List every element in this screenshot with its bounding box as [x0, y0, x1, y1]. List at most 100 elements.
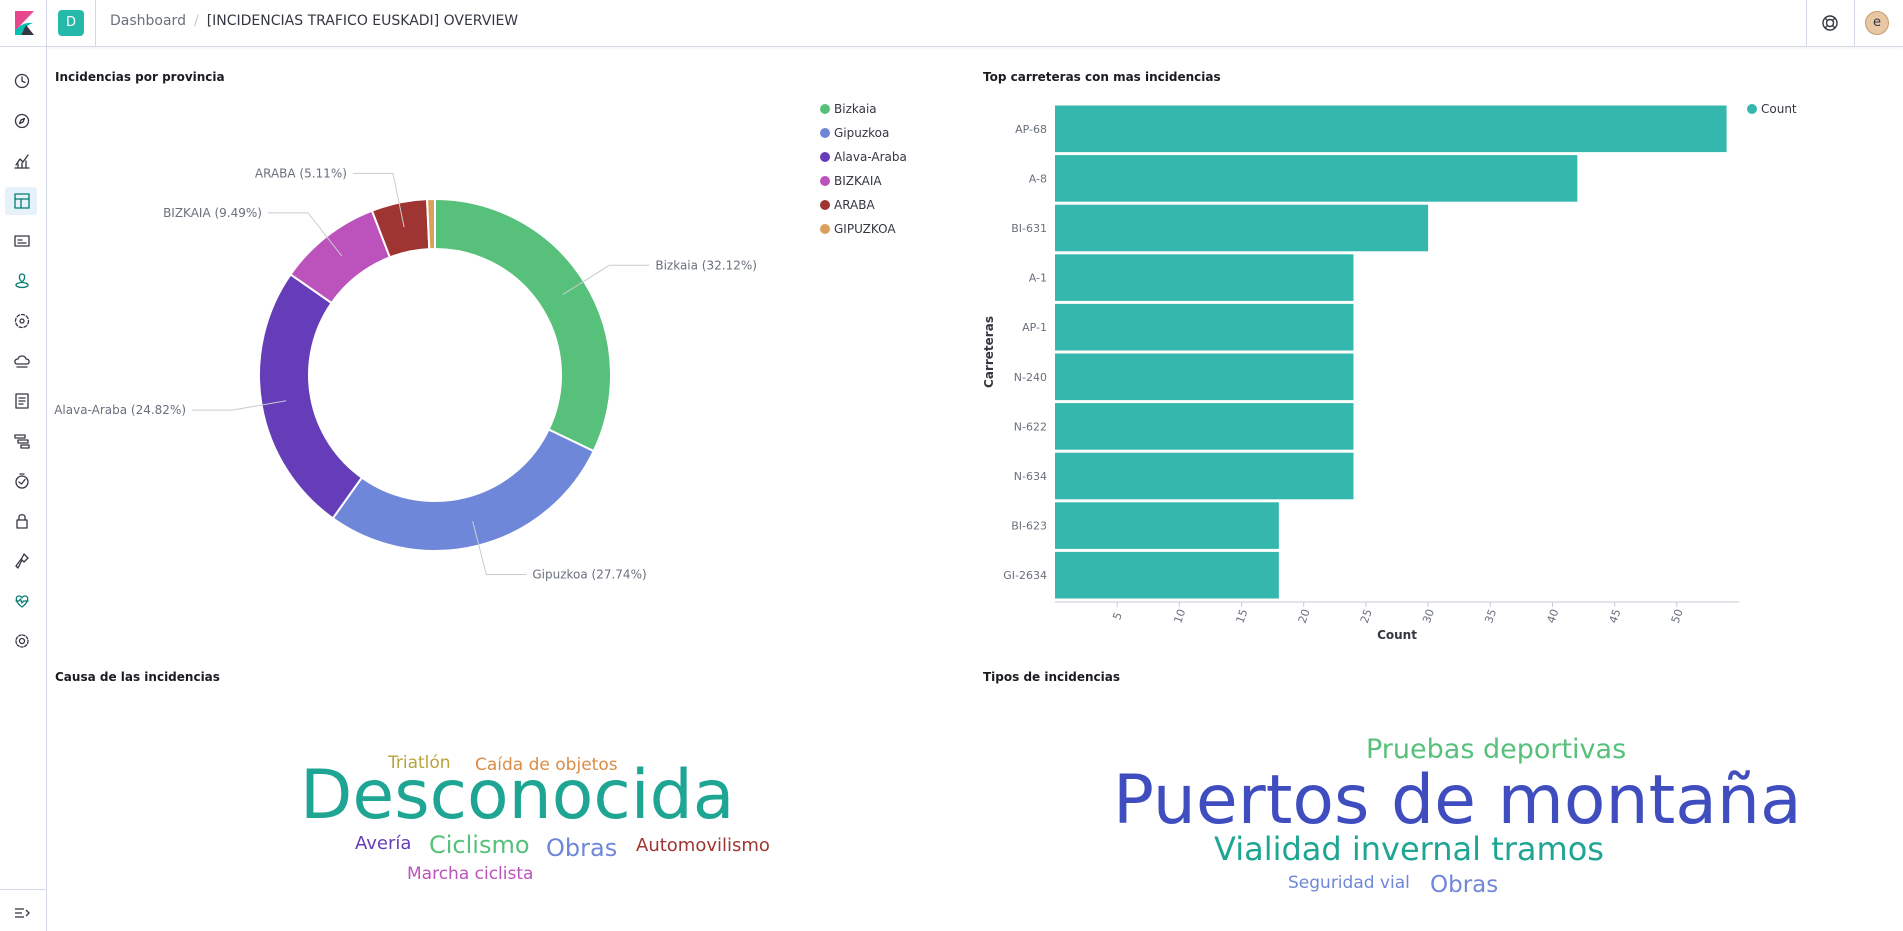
- user-avatar[interactable]: e: [1865, 11, 1889, 35]
- cloud-word[interactable]: Marcha ciclista: [407, 866, 533, 883]
- y-tick-label: N-240: [1014, 371, 1047, 384]
- legend-item[interactable]: Alava-Araba: [820, 150, 907, 164]
- header-separator: [46, 0, 47, 46]
- breadcrumb: Dashboard / [INCIDENCIAS TRAFICO EUSKADI] …: [110, 13, 518, 29]
- cloud-word[interactable]: Ciclismo: [429, 833, 530, 857]
- y-tick-label: AP-1: [1022, 321, 1047, 334]
- pie-callout-label: Alava-Araba (24.82%): [54, 403, 186, 417]
- x-tick-label: 20: [1296, 607, 1313, 625]
- pie-callout-label: Bizkaia (32.12%): [655, 258, 757, 272]
- space-avatar[interactable]: D: [58, 10, 84, 36]
- legend-item[interactable]: GIPUZKOA: [820, 222, 896, 236]
- legend-item[interactable]: Gipuzkoa: [820, 126, 889, 140]
- cloud-word[interactable]: Vialidad invernal tramos: [1214, 833, 1604, 865]
- legend-dot-icon: [1747, 104, 1757, 114]
- cloud-word[interactable]: Avería: [355, 835, 411, 853]
- cloud-word[interactable]: Obras: [1430, 874, 1498, 897]
- bar-a-8[interactable]: [1055, 155, 1578, 202]
- cloud-word[interactable]: Pruebas deportivas: [1366, 736, 1626, 763]
- panel-tipos-incidencias: Tipos de incidencias Puertos de montaña P…: [983, 670, 1883, 930]
- legend-label: ARABA: [834, 198, 875, 212]
- legend-item[interactable]: BIZKAIA: [820, 174, 882, 188]
- pie-slice-bizkaia[interactable]: [434, 197, 612, 453]
- x-tick-label: 40: [1544, 607, 1561, 625]
- logs-icon[interactable]: [12, 391, 32, 411]
- bar-bi-623[interactable]: [1055, 502, 1279, 549]
- header-separator: [1854, 0, 1855, 46]
- legend-dot-icon: [820, 128, 830, 138]
- legend-dot-icon: [820, 176, 830, 186]
- pie-slice-gipuzkoa[interactable]: [425, 197, 436, 251]
- y-tick-label: BI-631: [1011, 222, 1047, 235]
- cloud-word[interactable]: Puertos de montaña: [1113, 767, 1802, 835]
- cloud-word[interactable]: Obras: [546, 836, 617, 860]
- cloud-word[interactable]: Seguridad vial: [1288, 875, 1410, 892]
- help-icon[interactable]: [1818, 11, 1842, 35]
- legend-label: Gipuzkoa: [834, 126, 890, 140]
- devtools-icon[interactable]: [12, 551, 32, 571]
- management-icon[interactable]: [12, 631, 32, 651]
- sidebar-separator: [0, 889, 46, 890]
- compass-icon[interactable]: [12, 111, 32, 131]
- maps-icon[interactable]: [12, 271, 32, 291]
- y-tick-label: AP-68: [1015, 123, 1047, 136]
- y-tick-label: N-622: [1014, 420, 1047, 433]
- header-separator: [1806, 0, 1807, 46]
- legend-item[interactable]: Bizkaia: [820, 102, 877, 116]
- bar-chart: AP-68 A-8 BI-631 A-1 AP-1 N-240 N-622 N-634 BI-6…: [982, 105, 1739, 642]
- y-tick-label: A-8: [1029, 172, 1047, 185]
- x-tick-label: 50: [1669, 607, 1686, 625]
- y-tick-label: BI-623: [1011, 520, 1047, 533]
- x-tick-label: 30: [1420, 607, 1437, 625]
- pie-callout-label: ARABA (5.11%): [255, 166, 347, 180]
- legend-label: GIPUZKOA: [834, 222, 896, 236]
- breadcrumb-current-page: [INCIDENCIAS TRAFICO EUSKADI] OVERVIEW: [206, 13, 519, 29]
- legend-dot-icon: [820, 104, 830, 114]
- y-tick-label: GI-2634: [1003, 569, 1047, 582]
- breadcrumb-separator: /: [193, 13, 199, 29]
- ml-icon[interactable]: [12, 311, 32, 331]
- siem-icon[interactable]: [12, 511, 32, 531]
- visualize-icon[interactable]: [12, 151, 32, 171]
- panel-title: Causa de las incidencias: [55, 670, 220, 684]
- legend-label: Alava-Araba: [834, 150, 907, 164]
- bar-ap-1[interactable]: [1055, 303, 1354, 351]
- y-tick-label: A-1: [1029, 272, 1047, 285]
- cloud-word[interactable]: Automovilismo: [636, 837, 770, 855]
- bar-n-240[interactable]: [1055, 353, 1354, 401]
- legend-item[interactable]: ARABA: [820, 198, 875, 212]
- legend-item[interactable]: Count: [1747, 102, 1797, 116]
- x-tick-label: 5: [1110, 611, 1125, 622]
- pie-slice-alava-araba[interactable]: [258, 273, 364, 520]
- legend-label: Count: [1761, 102, 1797, 116]
- x-axis-title: Count: [1377, 628, 1417, 642]
- bar-n-634[interactable]: [1055, 452, 1354, 500]
- pie-callout-label: BIZKAIA (9.49%): [163, 206, 262, 220]
- legend-dot-icon: [820, 224, 830, 234]
- uptime-icon[interactable]: [12, 471, 32, 491]
- x-tick-label: 25: [1358, 607, 1375, 625]
- bar-gi-2634[interactable]: [1055, 551, 1279, 599]
- panel-top-carreteras: Top carreteras con mas incidencias AP-68…: [982, 70, 1883, 650]
- dashboard-icon[interactable]: [12, 191, 32, 211]
- kibana-logo-icon[interactable]: [12, 11, 36, 35]
- breadcrumb-dashboard-link[interactable]: Dashboard: [110, 13, 186, 29]
- cloud-word[interactable]: Caída de objetos: [475, 757, 618, 774]
- panel-causa-incidencias: Causa de las incidencias Desconocida Tria…: [55, 670, 955, 930]
- bar-ap-68[interactable]: [1055, 105, 1727, 153]
- bar-n-622[interactable]: [1055, 403, 1354, 450]
- x-tick-label: 35: [1482, 607, 1499, 625]
- apm-icon[interactable]: [12, 431, 32, 451]
- cloud-word[interactable]: Triatlón: [388, 755, 451, 772]
- monitoring-icon[interactable]: [12, 591, 32, 611]
- pie-slice-gipuzkoa[interactable]: [331, 428, 596, 552]
- collapse-nav-icon[interactable]: [12, 903, 32, 923]
- legend-dot-icon: [820, 200, 830, 210]
- bar-a-1[interactable]: [1055, 254, 1354, 301]
- x-tick-label: 10: [1171, 607, 1188, 625]
- legend-label: BIZKAIA: [834, 174, 882, 188]
- infrastructure-icon[interactable]: [12, 351, 32, 371]
- canvas-icon[interactable]: [12, 231, 32, 251]
- bar-bi-631[interactable]: [1055, 204, 1429, 252]
- clock-icon[interactable]: [12, 71, 32, 91]
